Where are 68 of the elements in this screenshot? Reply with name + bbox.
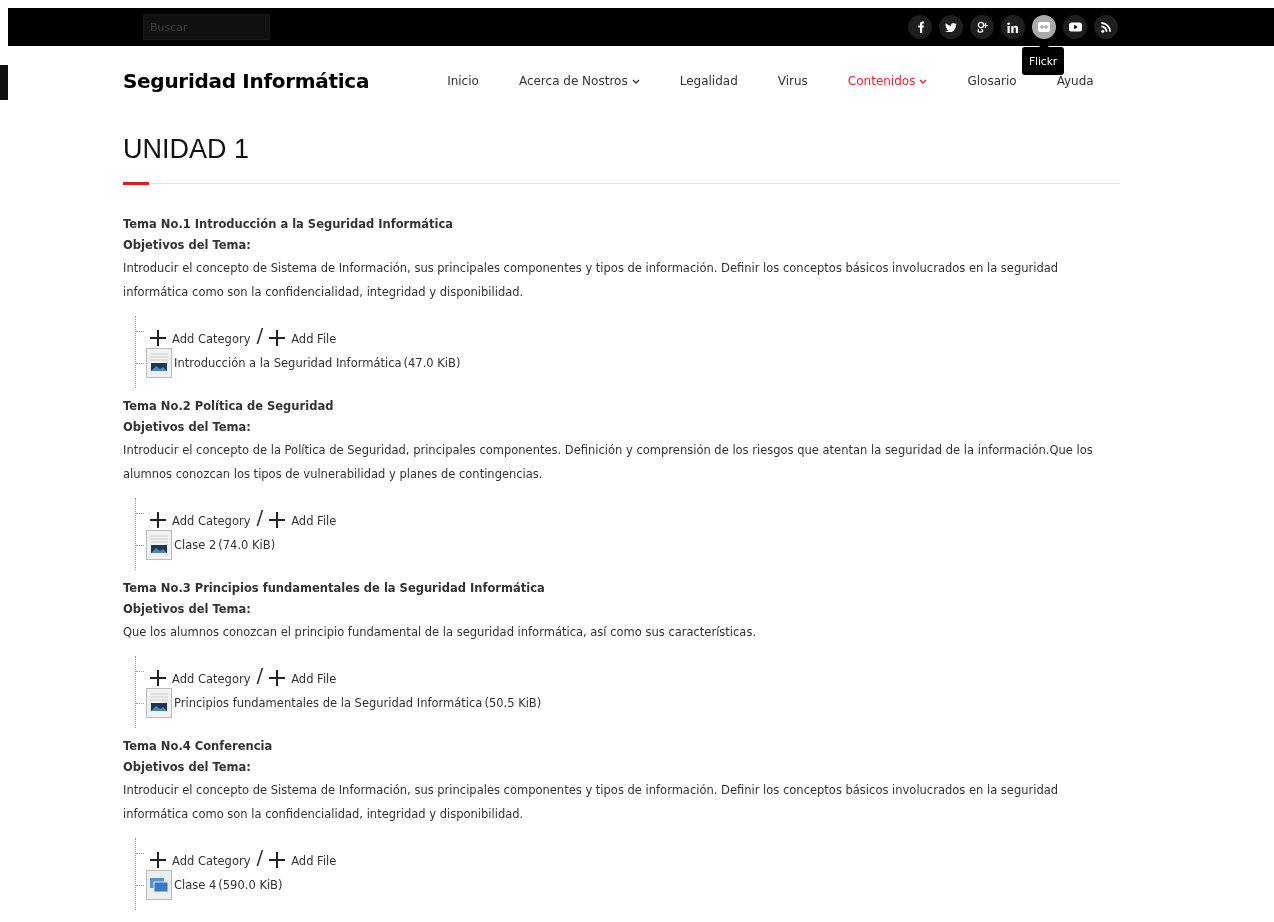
file-link[interactable]: Clase 2: [174, 538, 217, 552]
bird-button[interactable]: [939, 15, 963, 39]
file-link[interactable]: Clase 4: [174, 878, 217, 892]
slides-file-icon: [146, 870, 172, 900]
linkedin-icon: [1007, 21, 1019, 33]
file-size: (47.0 KiB): [403, 356, 461, 370]
menu-item[interactable]: Inicio: [427, 74, 499, 88]
site-title[interactable]: Seguridad Informática: [123, 69, 370, 93]
plus-icon: [269, 512, 286, 528]
topic-description: Que los alumnos conozcan el principio fundamental de la seguridad informática, así como sus características.: [123, 624, 758, 641]
document-file-icon: [146, 348, 172, 378]
add-category-link[interactable]: Add Category: [172, 854, 251, 868]
separator: /: [256, 324, 264, 346]
rss-button[interactable]: [1094, 15, 1118, 39]
menu-item[interactable]: Acerca de Nostros: [498, 74, 660, 88]
topic-title: Tema No.3 Principios fundamentales de la Seguridad Informática: [123, 580, 546, 597]
file-size: (50.5 KiB): [484, 696, 542, 710]
plus-icon: [150, 852, 166, 868]
plus-icon: [269, 330, 286, 346]
separator: /: [256, 506, 264, 528]
topic-description: Introducir el concepto de Sistema de Información, sus principales componentes y tipos de información. Definir los conceptos básicos involucrados en la seguridad informática como son la confidencialidad, integridad y disponibilidad.: [123, 782, 1060, 823]
file-size: (74.0 KiB): [218, 538, 276, 552]
google-plus-icon: [976, 21, 988, 33]
topic-title: Tema No.2 Política de Seguridad: [123, 398, 335, 415]
objectives-label: Objetivos del Tema:: [123, 601, 252, 618]
plus-icon: [150, 330, 166, 346]
add-category-link[interactable]: Add Category: [172, 672, 251, 686]
topic-title: Tema No.1 Introducción a la Seguridad Informática: [123, 216, 454, 233]
objectives-label: Objetivos del Tema:: [123, 419, 252, 436]
separator: /: [256, 664, 264, 686]
file-link[interactable]: Principios fundamentales de la Seguridad Informática: [174, 696, 483, 710]
document-file-icon: [146, 688, 172, 718]
plus-icon: [150, 670, 166, 686]
linkedin-button[interactable]: [1001, 15, 1025, 39]
two-dots-button[interactable]: [1032, 15, 1056, 39]
separator: /: [256, 846, 264, 868]
menu-item[interactable]: Virus: [757, 74, 828, 88]
plus-icon: [269, 670, 286, 686]
document-file-icon: [146, 530, 172, 560]
add-file-link[interactable]: Add File: [291, 514, 337, 528]
bird-icon: [945, 22, 957, 32]
add-category-link[interactable]: Add Category: [172, 514, 251, 528]
add-file-link[interactable]: Add File: [291, 672, 337, 686]
plus-icon: [150, 512, 166, 528]
add-file-link[interactable]: Add File: [291, 854, 337, 868]
topic-description: Introducir el concepto de la Política de Seguridad, principales componentes. Definición y comprensión de los riesgos que atentan la seguridad de la información.Que los alumnos conozcan los tipos de vulnerabilidad y planes de contingencias.: [123, 442, 1094, 483]
rss-icon: [1101, 21, 1111, 33]
plus-icon: [269, 852, 286, 868]
objectives-label: Objetivos del Tema:: [123, 759, 252, 776]
file-size: (590.0 KiB): [218, 878, 283, 892]
page-title: UNIDAD 1: [123, 134, 251, 165]
facebook-button[interactable]: [908, 15, 932, 39]
menu-item[interactable]: Glosario: [947, 74, 1037, 88]
play-button[interactable]: [1063, 15, 1087, 39]
tooltip: Flickr: [1022, 47, 1065, 75]
add-file-link[interactable]: Add File: [291, 332, 337, 346]
menu-item[interactable]: Contenidos: [827, 74, 948, 88]
google-plus-button[interactable]: [970, 15, 994, 39]
topic-description: Introducir el concepto de Sistema de Información, sus principales componentes y tipos de información. Definir los conceptos básicos involucrados en la seguridad informática como son la confidencialidad, integridad y disponibilidad.: [123, 260, 1060, 301]
two-dots-icon: [1038, 22, 1050, 32]
objectives-label: Objetivos del Tema:: [123, 237, 252, 254]
file-link[interactable]: Introducción a la Seguridad Informática: [174, 356, 402, 370]
play-icon: [1068, 22, 1082, 32]
menu-item[interactable]: Legalidad: [659, 74, 758, 88]
add-category-link[interactable]: Add Category: [172, 332, 251, 346]
topic-title: Tema No.4 Conferencia: [123, 738, 274, 755]
menu-item[interactable]: Ayuda: [1036, 74, 1114, 88]
accent-line: [123, 182, 149, 185]
